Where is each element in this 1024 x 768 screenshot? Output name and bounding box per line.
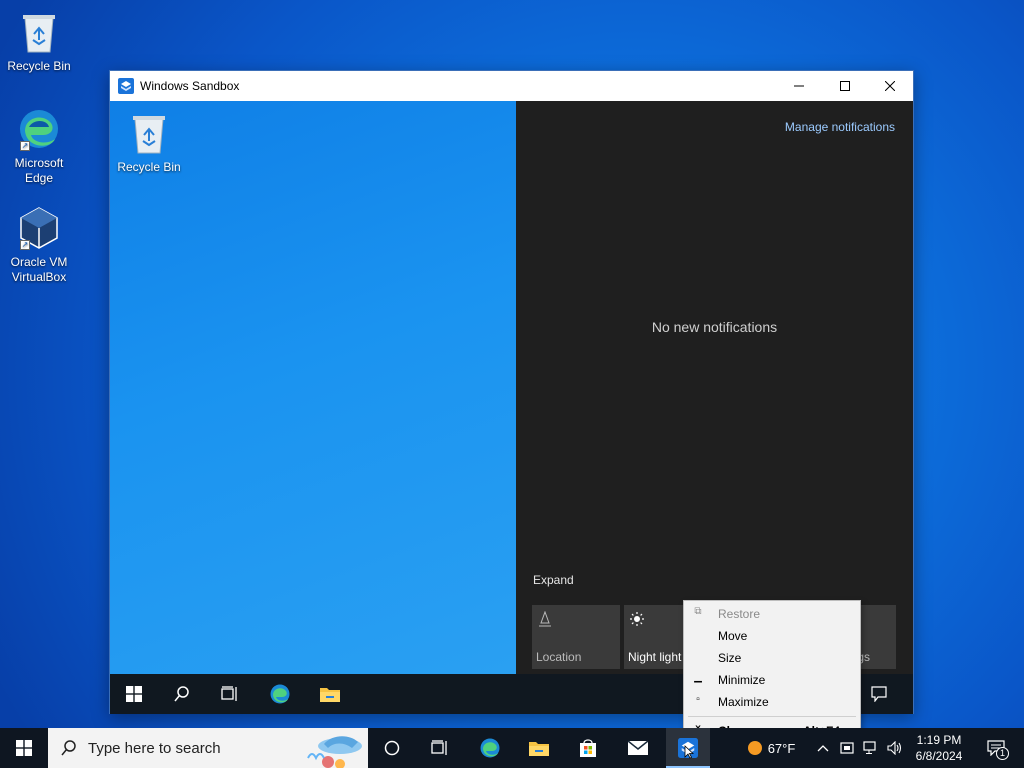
desktop-icon-edge[interactable]: ↗ Microsoft Edge (6, 105, 72, 186)
search-highlight-illustration (307, 736, 362, 768)
menu-item-restore[interactable]: ⧉ Restore (684, 603, 860, 625)
show-hidden-icons-button[interactable] (812, 728, 834, 768)
desktop-icon-virtualbox[interactable]: ↗ Oracle VM VirtualBox (6, 204, 72, 285)
menu-item-label: Maximize (718, 695, 769, 709)
weather-temperature: 67°F (767, 740, 796, 756)
clock-date: 6/8/2024 (915, 749, 963, 763)
menu-item-maximize[interactable]: ▫ Maximize (684, 691, 860, 713)
store-taskbar-button[interactable] (564, 728, 612, 768)
mail-taskbar-button[interactable] (614, 728, 662, 768)
clock-time: 1:19 PM (916, 733, 962, 747)
start-button[interactable] (0, 728, 48, 768)
chevron-up-icon (817, 745, 829, 752)
maximize-icon: ▫ (696, 694, 700, 705)
desktop-icon-label: Microsoft Edge (14, 156, 64, 185)
folder-icon (529, 742, 549, 756)
sandbox-recycle-bin[interactable]: Recycle Bin (116, 109, 182, 175)
menu-item-minimize[interactable]: ▁ Minimize (684, 669, 860, 691)
desktop-icon-label: Recycle Bin (117, 160, 181, 174)
menu-item-label: Restore (718, 607, 761, 621)
minimize-icon (794, 85, 804, 87)
volume-button[interactable] (884, 728, 906, 768)
title-bar[interactable]: Windows Sandbox (110, 71, 913, 101)
window-title: Windows Sandbox (140, 79, 240, 93)
quick-action-location[interactable]: Location (532, 605, 620, 669)
quick-action-label: Location (536, 650, 582, 664)
network-icon (863, 741, 876, 754)
quick-action-label: Night light (628, 650, 682, 664)
windows-logo-icon (16, 740, 32, 756)
menu-item-move[interactable]: Move (684, 625, 860, 647)
store-icon (580, 739, 596, 757)
shortcut-arrow-icon: ↗ (20, 240, 30, 250)
action-center-button[interactable]: 1 (976, 728, 1016, 768)
weather-icon (747, 741, 762, 755)
recycle-bin-icon (23, 15, 55, 53)
volume-icon (887, 741, 902, 755)
cortana-button[interactable] (368, 728, 416, 768)
task-view-icon (221, 686, 237, 701)
cortana-icon (384, 740, 400, 756)
folder-icon (320, 688, 340, 702)
empty-notifications-message: No new notifications (651, 319, 778, 335)
sandbox-notification-button[interactable] (855, 674, 903, 714)
brightness-icon (630, 612, 644, 626)
restore-icon: ⧉ (694, 606, 702, 617)
close-button[interactable] (867, 71, 913, 101)
maximize-button[interactable] (822, 71, 868, 101)
sandbox-search-button[interactable] (158, 674, 206, 714)
clock[interactable]: 1:19 PM 6/8/2024 (908, 728, 970, 768)
menu-separator (688, 716, 856, 717)
weather-widget[interactable]: 67°F (738, 728, 802, 768)
sandbox-file-explorer-button[interactable] (306, 674, 354, 714)
recycle-bin-icon (133, 116, 165, 154)
desktop-icon-recycle-bin[interactable]: Recycle Bin (6, 8, 72, 74)
tray-app-button[interactable] (836, 728, 858, 768)
search-icon (61, 740, 76, 756)
window-system-menu: ⧉ Restore Move Size ▁ Minimize ▫ Maximiz… (683, 600, 861, 744)
mail-icon (627, 740, 649, 755)
sandbox-desktop[interactable]: Recycle Bin (110, 101, 516, 674)
notification-count-badge: 1 (996, 747, 1009, 760)
expand-link[interactable]: Expand (533, 573, 574, 587)
edge-icon (270, 684, 290, 704)
sandbox-app-icon (118, 78, 134, 94)
shortcut-arrow-icon: ↗ (20, 141, 30, 151)
edge-taskbar-button[interactable] (466, 728, 514, 768)
notification-icon (871, 686, 887, 702)
sandbox-task-view-button[interactable] (206, 674, 254, 714)
action-center: Manage notifications No new notification… (516, 101, 913, 674)
windows-logo-icon (126, 686, 142, 702)
manage-notifications-link[interactable]: Manage notifications (785, 120, 895, 134)
minimize-icon: ▁ (694, 672, 702, 683)
file-explorer-taskbar-button[interactable] (515, 728, 563, 768)
search-placeholder: Type here to search (88, 740, 221, 757)
mouse-cursor-icon (684, 745, 694, 759)
sandbox-edge-button[interactable] (256, 674, 304, 714)
desktop-icon-label: Oracle VM VirtualBox (10, 255, 68, 284)
search-icon (174, 686, 189, 702)
menu-item-label: Size (718, 651, 742, 665)
menu-item-label: Minimize (718, 673, 766, 687)
task-view-button[interactable] (416, 728, 464, 768)
sandbox-taskbar-button[interactable] (666, 728, 710, 768)
maximize-icon (840, 81, 850, 91)
sandbox-start-button[interactable] (110, 674, 158, 714)
task-view-icon (431, 740, 447, 755)
network-button[interactable] (860, 728, 882, 768)
desktop-icon-label: Recycle Bin (7, 59, 71, 73)
taskbar-search-box[interactable]: Type here to search (48, 728, 368, 768)
edge-icon (480, 738, 500, 758)
menu-item-size[interactable]: Size (684, 647, 860, 669)
close-icon (885, 81, 895, 91)
menu-item-label: Move (718, 629, 748, 643)
minimize-button[interactable] (776, 71, 822, 101)
location-icon (539, 611, 551, 627)
tray-app-icon (840, 742, 854, 754)
